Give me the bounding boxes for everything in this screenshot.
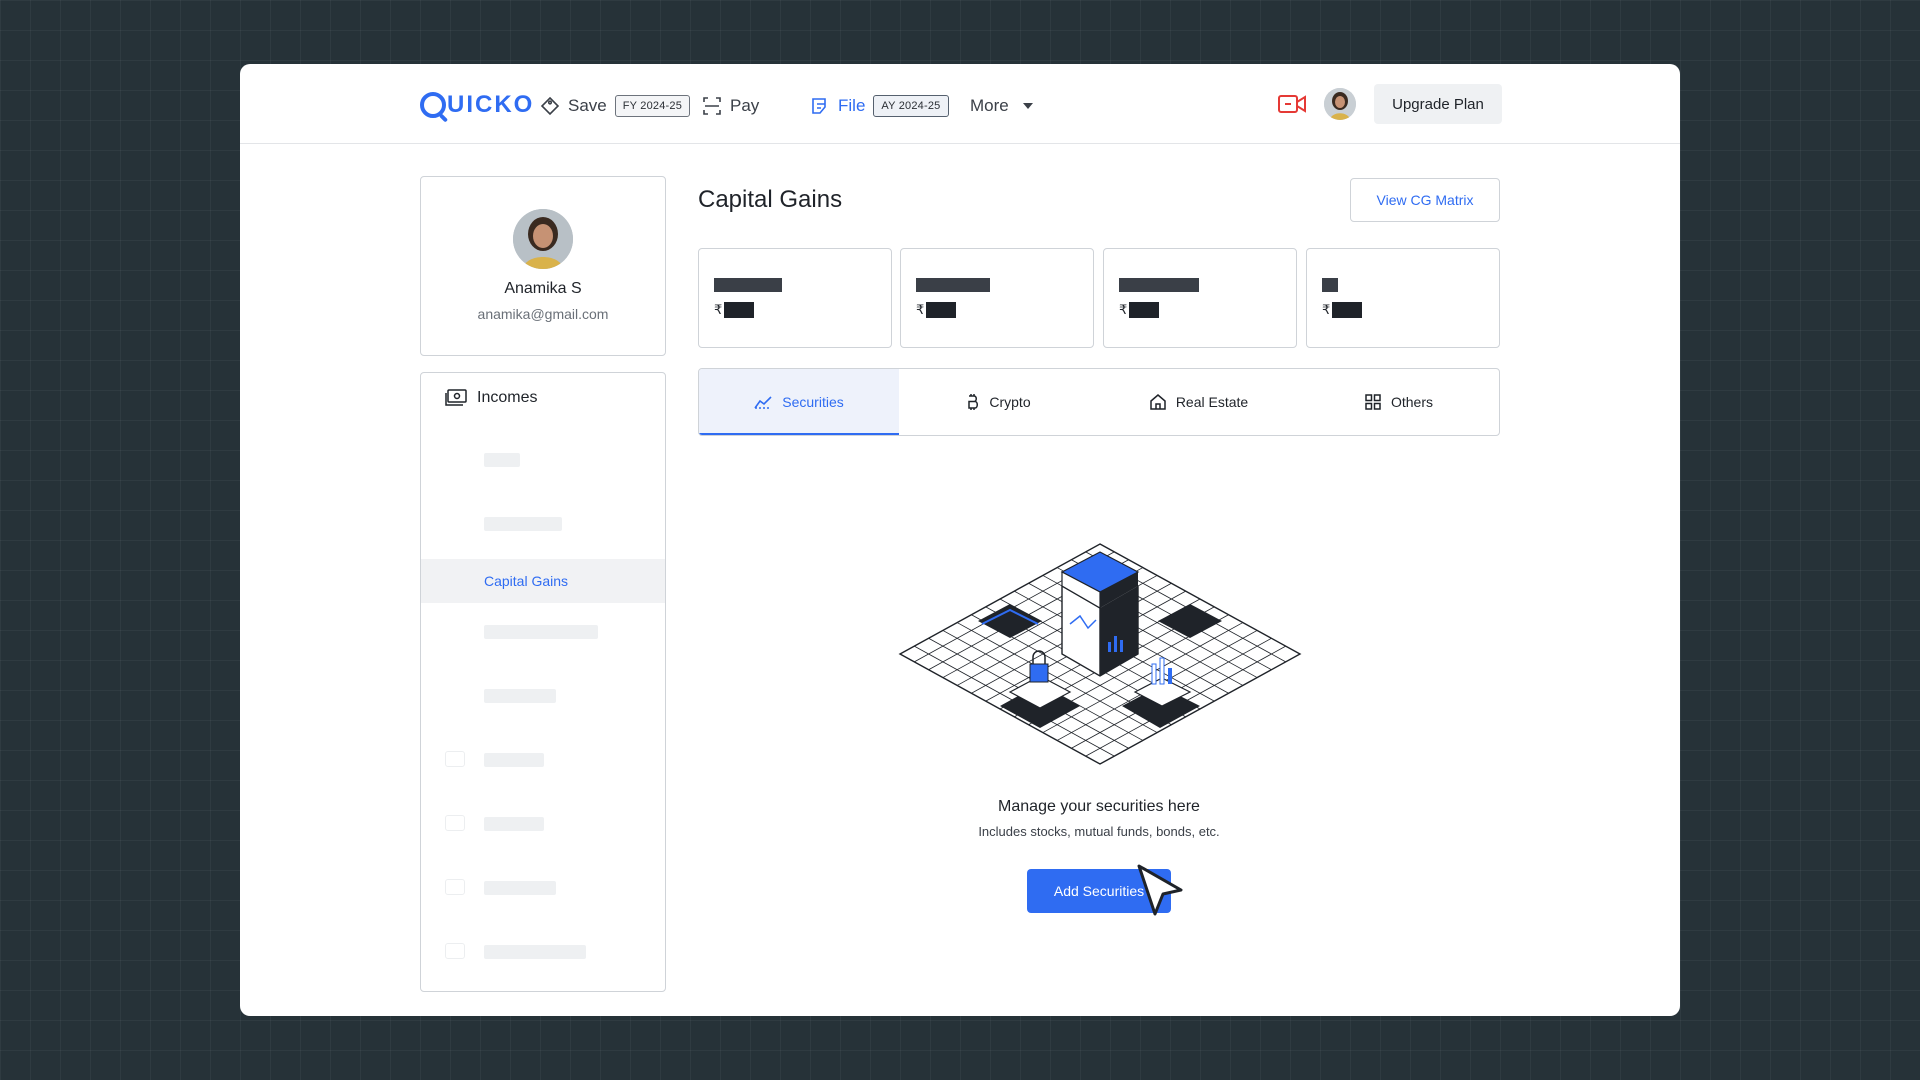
app-window: UICKO Save FY 2024-25 Pay File AY 2024-2… [240, 64, 1680, 1016]
video-camera-icon[interactable] [1278, 93, 1306, 115]
nav-file[interactable]: File AY 2024-25 [810, 92, 949, 120]
sidebar-heading: Incomes [445, 389, 537, 407]
sidebar-item-placeholder[interactable] [484, 817, 544, 831]
rupee-symbol: ₹ [1119, 302, 1128, 317]
bitcoin-icon [968, 394, 979, 410]
tab-label: Securities [782, 394, 844, 410]
sidebar-item-placeholder[interactable] [484, 753, 544, 767]
cash-icon [445, 389, 467, 406]
nav-more-label: More [970, 96, 1009, 115]
rupee-symbol: ₹ [714, 302, 723, 317]
incomes-sidebar: Incomes Capital Gains [420, 372, 666, 992]
summary-label-redacted [1322, 278, 1338, 292]
empty-state-title: Manage your securities here [998, 798, 1200, 815]
summary-label-redacted [714, 278, 782, 292]
sidebar-item-label: Capital Gains [484, 573, 569, 589]
mouse-pointer-icon [1137, 864, 1183, 916]
nav-save[interactable]: Save FY 2024-25 [540, 92, 691, 120]
page-title: Capital Gains [698, 186, 843, 213]
sidebar-heading-label: Incomes [477, 389, 538, 406]
tab-crypto[interactable]: Crypto [899, 369, 1099, 435]
card-icon [445, 943, 465, 959]
sidebar-item-placeholder[interactable] [484, 945, 586, 959]
summary-value: ₹ [1119, 302, 1160, 318]
sidebar-item-placeholder[interactable] [484, 625, 598, 639]
user-avatar [513, 209, 573, 269]
asset-tabs: Securities Crypto Real Estate Others [698, 368, 1500, 436]
summary-label-redacted [916, 278, 990, 292]
tab-real-estate[interactable]: Real Estate [1099, 369, 1299, 435]
summary-value: ₹ [714, 302, 755, 318]
value-redacted [926, 302, 957, 318]
securities-illustration [898, 543, 1302, 765]
value-redacted [1129, 302, 1160, 318]
list-icon [445, 815, 465, 831]
home-icon [1150, 394, 1166, 410]
profile-card: Anamika S anamika@gmail.com [420, 176, 666, 356]
piggy-bank-icon [445, 751, 465, 767]
summary-card: ₹ [1306, 248, 1500, 348]
view-cg-matrix-button[interactable]: View CG Matrix [1350, 178, 1500, 222]
summary-card: ₹ [900, 248, 1094, 348]
nav-more[interactable]: More [970, 92, 1033, 120]
sidebar-item-placeholder[interactable] [484, 453, 520, 467]
value-redacted [724, 302, 755, 318]
sidebar-item-capital-gains[interactable]: Capital Gains [421, 559, 665, 603]
tab-label: Real Estate [1175, 394, 1249, 410]
quicko-logo[interactable]: UICKO [420, 90, 534, 120]
nav-save-label: Save [568, 96, 607, 115]
sidebar-item-placeholder[interactable] [484, 881, 556, 895]
nav-pay[interactable]: Pay [702, 92, 759, 120]
ay-badge: AY 2024-25 [873, 95, 949, 117]
summary-label-redacted [1119, 278, 1199, 292]
fy-badge: FY 2024-25 [614, 95, 691, 117]
value-redacted [1332, 302, 1363, 318]
upgrade-plan-button[interactable]: Upgrade Plan [1374, 84, 1502, 124]
sidebar-item-placeholder[interactable] [484, 689, 556, 703]
summary-value: ₹ [916, 302, 957, 318]
top-navbar: UICKO Save FY 2024-25 Pay File AY 2024-2… [240, 64, 1680, 144]
summary-value: ₹ [1322, 302, 1363, 318]
tag-icon [540, 96, 560, 116]
nav-pay-label: Pay [730, 96, 760, 115]
rupee-symbol: ₹ [916, 302, 925, 317]
grid-icon [1365, 394, 1381, 410]
chart-line-icon [754, 396, 772, 409]
summary-card: ₹ [698, 248, 892, 348]
tab-securities[interactable]: Securities [699, 369, 899, 435]
rupee-symbol: ₹ [1322, 302, 1331, 317]
file-icon [812, 98, 826, 114]
caret-down-icon [1022, 103, 1033, 109]
summary-card: ₹ [1103, 248, 1297, 348]
profile-email: anamika@gmail.com [477, 306, 609, 322]
tab-label: Others [1390, 394, 1433, 410]
empty-state-subtitle: Includes stocks, mutual funds, bonds, et… [978, 824, 1220, 839]
user-avatar-small[interactable] [1324, 88, 1356, 120]
nav-file-label: File [838, 96, 866, 115]
profile-name: Anamika S [504, 280, 582, 297]
tab-label: Crypto [989, 394, 1031, 410]
logo-q-mark [420, 92, 446, 118]
scan-icon [703, 97, 721, 115]
bank-icon [445, 879, 465, 895]
logo-text: UICKO [447, 91, 535, 118]
tab-others[interactable]: Others [1299, 369, 1499, 435]
sidebar-item-placeholder[interactable] [484, 517, 562, 531]
